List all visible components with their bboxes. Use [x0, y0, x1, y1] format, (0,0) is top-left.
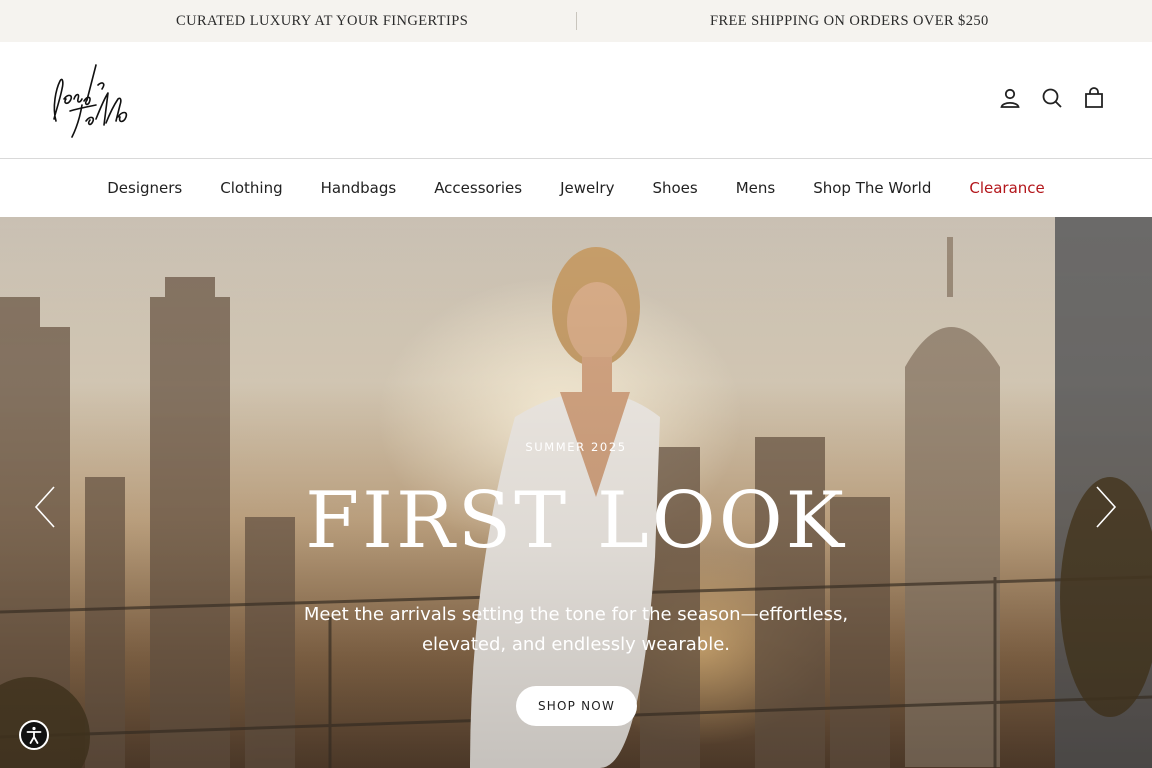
announcement-message-right: FREE SHIPPING ON ORDERS OVER $250 [710, 13, 989, 29]
nav-item-designers[interactable]: Designers [107, 179, 182, 197]
hero-eyebrow: SUMMER 2025 [525, 440, 627, 454]
nav-item-accessories[interactable]: Accessories [434, 179, 522, 197]
hero-title: FIRST LOOK [305, 476, 847, 566]
header-icons [998, 86, 1106, 110]
brand-logo[interactable] [46, 59, 134, 141]
nav-item-clothing[interactable]: Clothing [220, 179, 282, 197]
shop-now-button[interactable]: SHOP NOW [516, 686, 637, 726]
nav-item-shoes[interactable]: Shoes [652, 179, 697, 197]
hero-subtitle: Meet the arrivals setting the tone for t… [303, 604, 849, 655]
cart-icon[interactable] [1082, 86, 1106, 110]
accessibility-button[interactable] [19, 720, 49, 750]
search-icon[interactable] [1040, 86, 1064, 110]
announcement-message-left: CURATED LUXURY AT YOUR FINGERTIPS [176, 13, 469, 29]
nav-item-shop-the-world[interactable]: Shop The World [813, 179, 931, 197]
hero-banner[interactable]: SUMMER 2025 FIRST LOOK Meet the arrivals… [0, 217, 1152, 768]
accessibility-icon [26, 726, 42, 744]
announcement-divider [576, 12, 577, 30]
nav-item-clearance[interactable]: Clearance [969, 179, 1044, 197]
main-navigation: Designers Clothing Handbags Accessories … [0, 159, 1152, 217]
account-icon[interactable] [998, 86, 1022, 110]
announcement-bar: CURATED LUXURY AT YOUR FINGERTIPS FREE S… [0, 0, 1152, 42]
chevron-left-icon[interactable] [33, 485, 57, 529]
chevron-right-icon[interactable] [1094, 485, 1118, 529]
nav-item-handbags[interactable]: Handbags [321, 179, 397, 197]
nav-item-mens[interactable]: Mens [736, 179, 776, 197]
nav-item-jewelry[interactable]: Jewelry [560, 179, 614, 197]
site-header [0, 42, 1152, 159]
